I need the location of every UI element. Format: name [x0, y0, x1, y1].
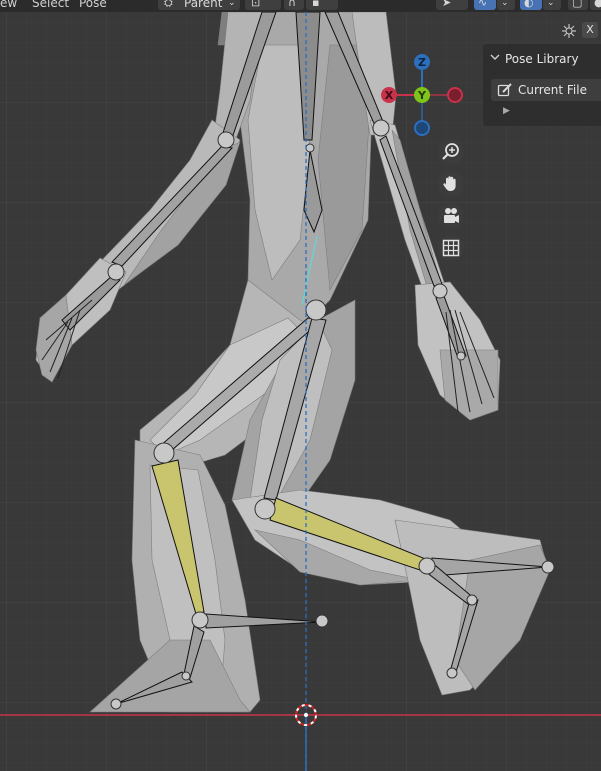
- panel-title[interactable]: Pose Library: [505, 52, 579, 66]
- snap-icon: ⊡: [251, 0, 261, 9]
- pivot-icon: ⛭: [164, 0, 173, 9]
- gizmo-z-label: Z: [418, 56, 426, 69]
- pan-button[interactable]: [438, 171, 464, 197]
- chevron-right-icon[interactable]: ▶: [503, 106, 510, 116]
- gizmo-visibility-dropdown[interactable]: ➤: [436, 0, 468, 10]
- proportional-edit-dropdown[interactable]: ▪: [306, 0, 338, 10]
- overlays-button[interactable]: ∿: [474, 0, 496, 10]
- gizmo-y-label: Y: [417, 89, 427, 102]
- gizmo-x-label: X: [385, 89, 394, 102]
- camera-icon: [444, 208, 459, 223]
- shading-dropdown[interactable]: ⌄: [543, 0, 561, 10]
- shading-solid-button[interactable]: ●: [590, 0, 601, 10]
- pivot-label: Parent: [184, 0, 223, 10]
- pose-library-value: Current File: [518, 83, 587, 97]
- snap-target-dropdown[interactable]: ⊡: [245, 0, 281, 10]
- blender-3d-viewport-window: ew Select Pose ⛭ Parent ⌄ ⊡ ∩ ▪ ➤ ∿ ⌄ ◐ …: [0, 0, 601, 771]
- arrow-icon: ➤: [442, 0, 452, 9]
- gizmo-neg-z-handle[interactable]: [414, 120, 430, 136]
- overlays-icon: ∿: [478, 0, 488, 9]
- chevron-down-icon: ⌄: [547, 0, 555, 8]
- hand-pan-icon: [443, 176, 456, 191]
- zoom-button[interactable]: [438, 139, 464, 165]
- proportional-icon: ▪: [312, 0, 320, 9]
- overlays-dropdown[interactable]: ⌄: [497, 0, 515, 10]
- magnet-icon: ∩: [288, 0, 297, 9]
- snap-toggle-button[interactable]: ∩: [284, 0, 304, 10]
- viewport-header: ew Select Pose ⛭ Parent ⌄ ⊡ ∩ ▪ ➤ ∿ ⌄ ◐ …: [0, 0, 601, 12]
- pose-library-selector[interactable]: Current File: [491, 79, 601, 101]
- pose-library-panel: Pose Library Current File ▶: [483, 44, 601, 126]
- pivot-point-dropdown[interactable]: ⛭ Parent ⌄: [158, 0, 240, 10]
- camera-view-button[interactable]: [438, 203, 464, 229]
- chevron-down-icon: ⌄: [501, 0, 509, 8]
- ortho-toggle-button[interactable]: [438, 235, 464, 261]
- sidebar-close-button[interactable]: X: [582, 22, 598, 38]
- pin-icon[interactable]: [561, 23, 577, 39]
- edit-icon: [497, 83, 512, 97]
- gizmo-neg-x-handle[interactable]: [447, 87, 463, 103]
- chevron-down-icon: ⌄: [228, 0, 236, 8]
- chevron-down-icon[interactable]: [490, 52, 500, 65]
- xray-button[interactable]: ◐: [520, 0, 542, 10]
- grid-ortho-icon: [442, 239, 460, 257]
- sidebar-tab-controls: X: [561, 20, 601, 42]
- menu-select[interactable]: Select: [32, 0, 69, 11]
- wireframe-icon: ▢: [572, 0, 583, 9]
- navigation-gizmo[interactable]: Z X Y: [377, 52, 467, 138]
- xray-icon: ◐: [524, 0, 534, 9]
- menu-view[interactable]: ew: [0, 0, 17, 11]
- shading-wireframe-button[interactable]: ▢: [568, 0, 588, 10]
- zoom-icon: [442, 143, 459, 160]
- solid-icon: ●: [594, 0, 601, 9]
- menu-pose[interactable]: Pose: [79, 0, 107, 11]
